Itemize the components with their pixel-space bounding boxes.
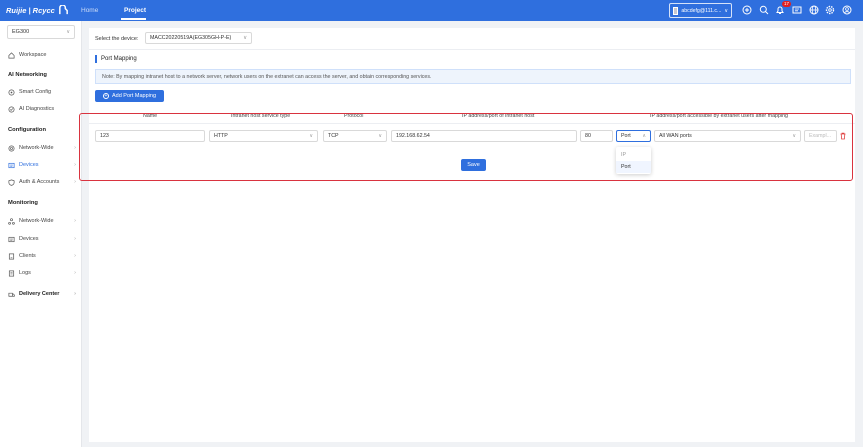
brand-logo[interactable]: Ruijie | Rcycc	[6, 4, 69, 17]
sidebar-item-label: Devices	[19, 162, 39, 168]
add-circle-icon[interactable]	[741, 4, 753, 16]
device-select-label: Select the device:	[95, 36, 139, 42]
sidebar-item-delivery-center[interactable]: Delivery Center ›	[8, 289, 76, 299]
info-note: Note: By mapping intranet host to a netw…	[95, 69, 851, 84]
highlight-frame	[79, 113, 853, 181]
chevron-down-icon: ∨	[724, 7, 728, 14]
topology-icon	[8, 217, 15, 225]
sidebar-item-config-devices[interactable]: Devices ›	[0, 158, 82, 172]
network-icon	[8, 145, 15, 151]
nav-project[interactable]: Project	[124, 5, 146, 16]
shield-icon	[8, 179, 15, 186]
diagnostics-icon	[8, 106, 15, 112]
delivery-icon	[8, 292, 15, 297]
chevron-right-icon: ›	[74, 145, 76, 151]
plus-circle-icon: +	[102, 93, 109, 99]
sidebar: EG300 ∨ Workspace AI Networking Smart Co…	[0, 21, 82, 447]
devices-icon	[8, 162, 15, 168]
logs-icon	[8, 270, 15, 276]
clients-icon	[8, 253, 15, 259]
nav-home[interactable]: Home	[81, 5, 98, 16]
sidebar-item-label: Network-Wide	[19, 145, 54, 151]
account-menu[interactable]: abcdefg@111.c... ∨	[669, 3, 732, 18]
add-port-mapping-button[interactable]: + Add Port Mapping	[95, 90, 164, 102]
sidebar-item-label: Clients	[19, 253, 36, 259]
globe-icon[interactable]	[808, 4, 820, 16]
sidebar-item-label: Auth & Accounts	[19, 179, 60, 185]
sidebar-item-label: Network-Wide	[19, 218, 54, 224]
notification-badge: 17	[781, 1, 791, 7]
sidebar-item-label: Devices	[19, 236, 39, 242]
device-select-value: MACC20220519A(EG305GH-P-E)	[150, 35, 232, 41]
info-note-text: Note: By mapping intranet host to a netw…	[102, 73, 432, 80]
top-navigation-bar: Ruijie | Rcycc Home Project abcdefg@111.…	[0, 0, 863, 21]
sidebar-item-label: Smart Config	[19, 89, 52, 95]
chevron-right-icon: ›	[74, 291, 76, 297]
sidebar-item-monitor-devices[interactable]: Devices ›	[8, 234, 76, 244]
smart-config-icon	[8, 89, 15, 95]
chevron-right-icon: ›	[74, 236, 76, 242]
sidebar-item-monitor-network-wide[interactable]: Network-Wide ›	[8, 216, 76, 226]
chevron-right-icon: ›	[74, 218, 76, 224]
brand-mark-icon	[58, 5, 68, 15]
sidebar-item-label: Logs	[19, 270, 31, 276]
main-content: Select the device: MACC20220519A(EG305GH…	[79, 28, 855, 442]
sidebar-item-label: Workspace	[19, 52, 47, 58]
settings-icon[interactable]	[824, 4, 836, 16]
add-port-mapping-label: Add Port Mapping	[111, 93, 157, 99]
sidebar-item-auth-accounts[interactable]: Auth & Accounts ›	[8, 177, 76, 187]
devices-icon	[8, 236, 15, 242]
sidebar-item-label: AI Diagnostics	[19, 106, 55, 112]
chevron-down-icon: ∨	[243, 35, 247, 41]
user-icon[interactable]	[841, 4, 853, 16]
chevron-right-icon: ›	[74, 179, 76, 185]
sidebar-device-value: EG300	[12, 29, 30, 35]
chevron-right-icon: ›	[74, 270, 76, 276]
sidebar-item-logs[interactable]: Logs ›	[8, 268, 76, 278]
sidebar-item-workspace[interactable]: Workspace	[8, 50, 76, 60]
message-icon[interactable]	[791, 4, 803, 16]
page-title: Port Mapping	[95, 55, 137, 63]
chevron-right-icon: ›	[74, 253, 76, 259]
chevron-right-icon: ›	[74, 162, 76, 168]
sidebar-item-clients[interactable]: Clients ›	[8, 251, 76, 261]
brand-name: Ruijie | Rcycc	[6, 6, 55, 15]
sidebar-section-configuration: Configuration	[8, 127, 46, 133]
chevron-down-icon: ∨	[66, 29, 70, 35]
nav-active-indicator	[121, 18, 146, 20]
home-icon	[8, 51, 15, 58]
device-select[interactable]: MACC20220519A(EG305GH-P-E) ∨	[145, 32, 252, 44]
search-icon[interactable]	[758, 4, 770, 16]
sidebar-item-ai-diagnostics[interactable]: AI Diagnostics	[8, 104, 76, 114]
sidebar-item-smart-config[interactable]: Smart Config	[8, 87, 76, 97]
sidebar-item-label: Delivery Center	[19, 291, 60, 297]
divider	[89, 49, 855, 50]
account-name: abcdefg@111.c...	[681, 7, 722, 14]
sidebar-item-config-network-wide[interactable]: Network-Wide ›	[8, 143, 76, 153]
sidebar-section-ai-networking: AI Networking	[8, 72, 47, 78]
account-avatar	[673, 6, 679, 15]
sidebar-device-select[interactable]: EG300 ∨	[7, 25, 75, 39]
sidebar-section-monitoring: Monitoring	[8, 200, 38, 206]
bell-icon[interactable]: 17	[774, 1, 791, 16]
